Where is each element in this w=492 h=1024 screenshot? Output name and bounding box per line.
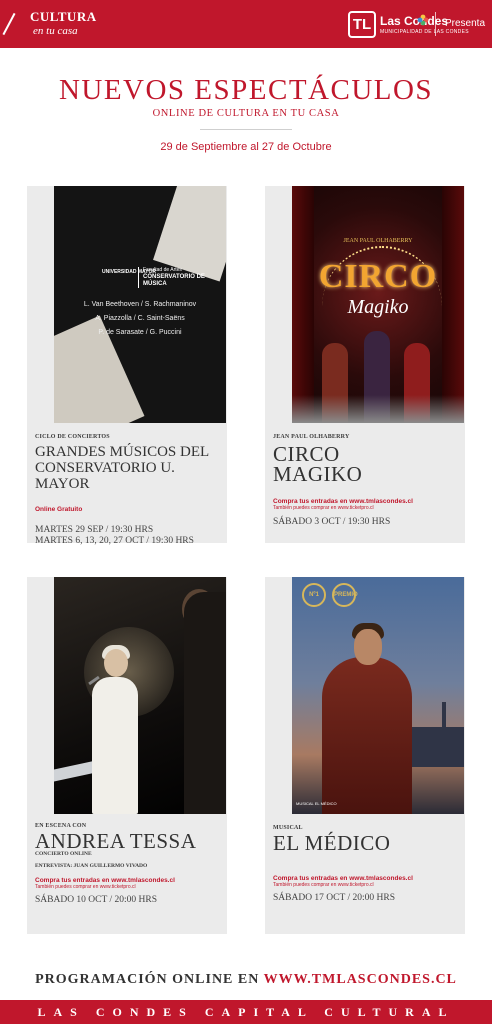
top-bar: CULTURA en tu casa TL Las Condes MUNICIP… <box>0 0 492 48</box>
tickets-alt-link[interactable]: También puedes comprar en www.ticketpro.… <box>273 882 461 888</box>
character-cloak <box>322 657 412 814</box>
poster-andrea-tessa[interactable] <box>54 577 226 814</box>
conservatorio-logo: Facultad de Artes CONSERVATORIO DE MÚSIC… <box>138 267 226 288</box>
date-range: 29 de Septiembre al 27 de Octubre <box>160 141 332 153</box>
poster-byline: JEAN PAUL OLHABERRY <box>343 238 413 244</box>
composer-list: L. Van Beethoven / S. Rachmaninov A. Pia… <box>54 298 226 340</box>
event-info: JEAN PAUL OLHABERRY CIRCO MAGIKO Compra … <box>273 434 461 528</box>
musician-figure <box>184 592 226 814</box>
event-name: ANDREA TESSA <box>35 829 197 853</box>
event-schedule: SÁBADO 3 OCT / 19:30 HRS <box>273 517 461 528</box>
flower-icon <box>417 14 429 26</box>
schedule-line: SÁBADO 3 OCT / 19:30 HRS <box>273 517 391 527</box>
school-label: CONSERVATORIO DE MÚSICA <box>143 274 205 287</box>
composer-line: P. de Sarasate / G. Puccini <box>98 329 182 336</box>
tickets-alt-link[interactable]: También puedes comprar en www.ticketpro.… <box>35 884 223 890</box>
event-interview: ENTREVISTA: JUAN GUILLERMO VIVADO <box>35 863 148 869</box>
online-free-note: Online Gratuito <box>35 506 83 513</box>
las-condes-logo-text: Las Condes <box>380 14 449 28</box>
poster-footer: MUSICAL EL MÉDICO <box>296 801 337 806</box>
poster-el-medico[interactable]: Nº1 PREMIO MUSICAL EL MÉDICO <box>292 577 464 814</box>
brand-subtitle: en tu casa <box>33 25 78 37</box>
poster-title-magiko: Magiko <box>347 296 409 318</box>
singer-dress <box>92 677 138 814</box>
composer-line: A. Piazzolla / C. Saint-Saëns <box>95 315 185 322</box>
event-schedule: SÁBADO 10 OCT / 20:00 HRS <box>35 895 223 906</box>
schedule-line: MARTES 6, 13, 20, 27 OCT / 19:30 HRS <box>35 536 194 546</box>
footer-prefix: PROGRAMACIÓN ONLINE EN <box>35 972 260 987</box>
event-kicker: CICLO DE CONCIERTOS <box>35 434 110 440</box>
page-subtitle: ONLINE DE CULTURA EN TU CASA <box>152 108 340 119</box>
stage-smoke <box>292 395 464 423</box>
event-kicker: JEAN PAUL OLHABERRY <box>273 434 350 440</box>
presenta-label: Presenta <box>445 18 486 29</box>
event-card-el-medico[interactable]: Nº1 PREMIO MUSICAL EL MÉDICO MUSICAL EL … <box>265 577 465 934</box>
event-name: CIRCO MAGIKO <box>273 442 363 486</box>
event-name: GRANDES MÚSICOS DEL CONSERVATORIO U. MAY… <box>35 444 209 492</box>
event-card-circo-magiko[interactable]: JEAN PAUL OLHABERRY CIRCO Magiko JEAN PA… <box>265 186 465 543</box>
brand-title: CULTURA <box>30 9 97 24</box>
tickets-link[interactable]: Compra tus entradas en www.tmlascondes.c… <box>273 875 461 882</box>
footer-tagline: LAS CONDES CAPITAL CULTURAL <box>0 1000 492 1024</box>
poster-conservatorio[interactable]: UNIVERSIDAD MAYOR Facultad de Artes CONS… <box>54 186 226 423</box>
footer-url-link[interactable]: WWW.TMLASCONDES.CL <box>264 972 457 987</box>
tickets-alt-link[interactable]: También puedes comprar en www.ticketpro.… <box>273 505 461 511</box>
footer-program-line: PROGRAMACIÓN ONLINE EN WWW.TMLASCONDES.C… <box>0 972 492 988</box>
event-schedule: SÁBADO 17 OCT / 20:00 HRS <box>273 893 461 904</box>
event-name: EL MÉDICO <box>273 831 391 855</box>
event-info: EN ESCENA CON ANDREA TESSA CONCIERTO ONL… <box>35 823 223 906</box>
schedule-line: MARTES 29 SEP / 19:30 HRS <box>35 525 154 535</box>
award-laurel-icon: PREMIO <box>332 583 358 607</box>
tickets-link[interactable]: Compra tus entradas en www.tmlascondes.c… <box>273 498 461 505</box>
event-card-andrea-tessa[interactable]: EN ESCENA CON ANDREA TESSA CONCIERTO ONL… <box>27 577 227 934</box>
schedule-line: SÁBADO 10 OCT / 20:00 HRS <box>35 895 158 905</box>
tickets-link[interactable]: Compra tus entradas en www.tmlascondes.c… <box>35 877 223 884</box>
page-title: NUEVOS ESPECTÁCULOS <box>58 74 434 106</box>
event-schedule: MARTES 29 SEP / 19:30 HRS MARTES 6, 13, … <box>35 525 223 547</box>
las-condes-logo-icon[interactable]: TL <box>348 11 376 38</box>
title-divider <box>200 129 292 130</box>
event-card-conservatorio[interactable]: UNIVERSIDAD MAYOR Facultad de Artes CONS… <box>27 186 227 546</box>
slash-mark <box>2 12 16 36</box>
header-divider <box>435 12 436 36</box>
poster-circo-magiko[interactable]: JEAN PAUL OLHABERRY CIRCO Magiko <box>292 186 464 423</box>
las-condes-logo-sub: MUNICIPALIDAD DE LAS CONDES <box>380 29 469 35</box>
event-info: MUSICAL EL MÉDICO Compra tus entradas en… <box>273 825 461 904</box>
composer-line: L. Van Beethoven / S. Rachmaninov <box>83 301 197 308</box>
schedule-line: SÁBADO 17 OCT / 20:00 HRS <box>273 893 396 903</box>
character-face <box>354 629 382 665</box>
faculty-label: Facultad de Artes <box>143 267 182 273</box>
poster-title-circo: CIRCO <box>318 258 438 295</box>
award-laurel-icon: Nº1 <box>302 583 326 607</box>
event-info: CICLO DE CONCIERTOS GRANDES MÚSICOS DEL … <box>35 434 223 547</box>
singer-head <box>104 649 128 677</box>
